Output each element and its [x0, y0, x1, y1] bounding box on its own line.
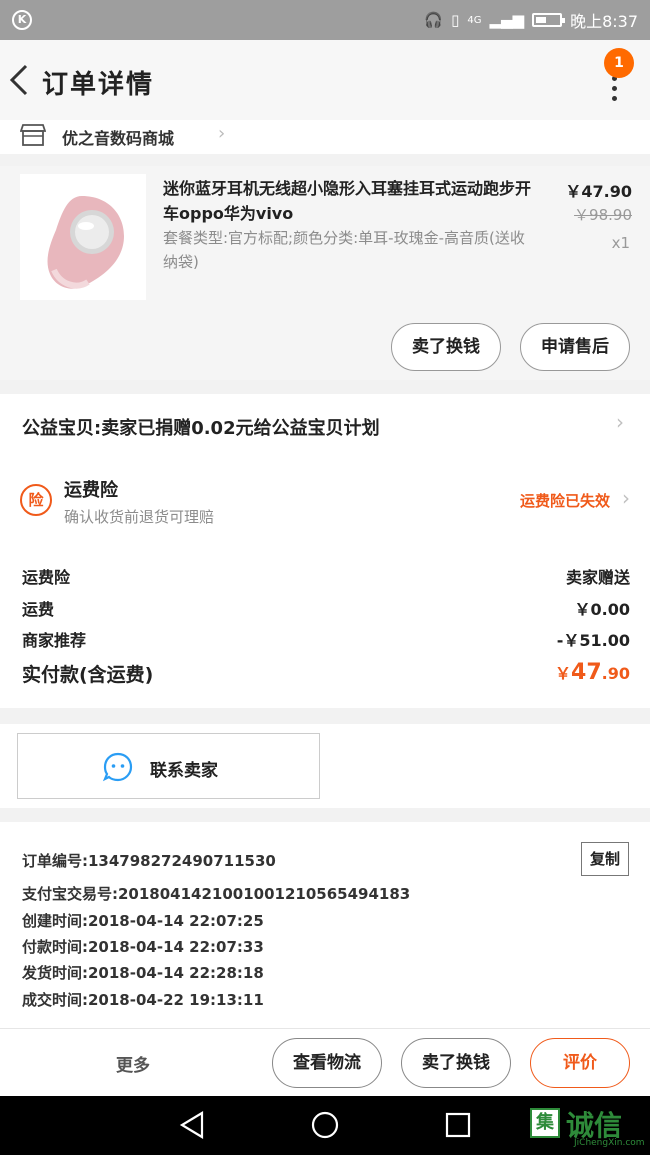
order-info: 复制 订单编号:134798272490711530 支付宝交易号:201804…: [0, 822, 650, 1028]
paid-time: 付款时间:2018-04-14 22:07:33: [22, 938, 264, 956]
nav-recents-icon[interactable]: [443, 1110, 473, 1140]
shop-name: 优之音数码商城: [62, 129, 175, 148]
product-image[interactable]: [20, 174, 146, 300]
watermark-logo: 集 诚信 JiChengXin.com: [530, 1102, 648, 1150]
battery-icon: [532, 13, 566, 27]
status-time: 晚上8:37: [570, 12, 638, 31]
watermark-box: 集: [530, 1108, 560, 1138]
signal-icon: ▂▄▆: [489, 11, 525, 29]
product-quantity: x1: [611, 234, 630, 252]
charity-row[interactable]: 公益宝贝:卖家已捐赠0.02元给公益宝贝计划 ›: [0, 394, 650, 456]
chevron-right-icon: ›: [218, 123, 226, 144]
total-row: 实付款(含运费) ￥47.90: [22, 660, 630, 687]
charity-text: 公益宝贝:卖家已捐赠0.02元给公益宝贝计划: [22, 418, 380, 439]
product-price: ￥47.90: [565, 182, 632, 201]
status-icons: 🎧 ▯ 4G ▂▄▆ 晚上8:37: [424, 0, 638, 40]
more-button[interactable]: 更多: [116, 1051, 150, 1076]
contact-seller-button[interactable]: 联系卖家: [17, 733, 320, 799]
insurance-subtitle: 确认收货前退货可理赔: [64, 508, 215, 526]
fee-label: 商家推荐: [22, 631, 87, 650]
fee-value: -￥51.00: [556, 631, 630, 650]
bottom-action-bar: 更多 查看物流 卖了换钱 评价: [0, 1028, 650, 1096]
sell-item-button[interactable]: 卖了换钱: [391, 323, 501, 371]
total-amount: ￥47.90: [555, 660, 630, 685]
alipay-trade-number: 支付宝交易号:2018041421001001210565494183: [22, 885, 411, 903]
insurance-title: 运费险: [64, 480, 118, 501]
insurance-status: 运费险已失效: [519, 492, 610, 510]
fee-label: 运费: [22, 600, 55, 619]
total-decimal: .90: [601, 664, 630, 683]
copy-order-number-button[interactable]: 复制: [581, 842, 629, 876]
status-bar: K 🎧 ▯ 4G ▂▄▆ 晚上8:37: [0, 0, 650, 40]
watermark-url: JiChengXin.com: [574, 1138, 645, 1148]
apply-aftersale-button[interactable]: 申请售后: [520, 323, 630, 371]
app-notification-icon: K: [12, 10, 32, 30]
chevron-right-icon: ›: [622, 486, 630, 510]
total-integer: 47: [571, 660, 602, 685]
fee-value: ￥0.00: [574, 600, 630, 619]
fee-row: 运费 ￥0.00: [22, 596, 630, 620]
fee-summary: 运费险 卖家赠送 运费 ￥0.00 商家推荐 -￥51.00 实付款(含运费) …: [0, 544, 650, 708]
nav-back-icon[interactable]: [178, 1110, 208, 1140]
headphone-icon: 🎧: [424, 11, 444, 29]
contact-section: 联系卖家: [0, 724, 650, 808]
top-nav: 订单详情 1: [0, 40, 650, 120]
shop-row[interactable]: 优之音数码商城 ›: [0, 120, 650, 154]
product-card: 迷你蓝牙耳机无线超小隐形入耳塞挂耳式运动跑步开车oppo华为vivo 套餐类型:…: [0, 166, 650, 380]
view-logistics-button[interactable]: 查看物流: [272, 1038, 382, 1088]
product-original-price: ￥98.90: [574, 206, 632, 224]
notification-badge: 1: [604, 48, 634, 78]
network-type: 4G: [467, 14, 482, 26]
system-nav-bar: 集 诚信 JiChengXin.com: [0, 1096, 650, 1155]
order-number: 订单编号:134798272490711530: [22, 852, 276, 870]
total-label: 实付款(含运费): [22, 664, 154, 686]
fee-row: 商家推荐 -￥51.00: [22, 627, 630, 651]
vibrate-icon: ▯: [451, 11, 460, 29]
sell-item-bottom-button[interactable]: 卖了换钱: [401, 1038, 511, 1088]
more-menu-icon[interactable]: [612, 76, 618, 106]
product-title[interactable]: 迷你蓝牙耳机无线超小隐形入耳塞挂耳式运动跑步开车oppo华为vivo: [163, 176, 535, 226]
created-time: 创建时间:2018-04-14 22:07:25: [22, 912, 264, 930]
nav-home-icon[interactable]: [310, 1110, 340, 1140]
completed-time: 成交时间:2018-04-22 19:13:11: [22, 991, 264, 1009]
insurance-icon: 险: [20, 484, 52, 516]
contact-seller-label: 联系卖家: [150, 761, 218, 781]
product-sku: 套餐类型:官方标配;颜色分类:单耳-玫瑰金-高音质(送收纳袋): [163, 229, 525, 271]
chevron-right-icon: ›: [616, 410, 624, 434]
fee-value: 卖家赠送: [565, 568, 630, 587]
fee-label: 运费险: [22, 568, 71, 587]
total-currency: ￥: [555, 664, 572, 683]
shop-icon: [20, 124, 46, 146]
page-title: 订单详情: [42, 70, 155, 100]
shipping-insurance-row[interactable]: 险 运费险 确认收货前退货可理赔 运费险已失效 ›: [0, 456, 650, 544]
review-button[interactable]: 评价: [530, 1038, 630, 1088]
back-arrow-icon[interactable]: [6, 60, 36, 100]
chat-bubble-icon: [102, 752, 133, 782]
shipped-time: 发货时间:2018-04-14 22:28:18: [22, 964, 264, 982]
fee-row: 运费险 卖家赠送: [22, 564, 630, 588]
